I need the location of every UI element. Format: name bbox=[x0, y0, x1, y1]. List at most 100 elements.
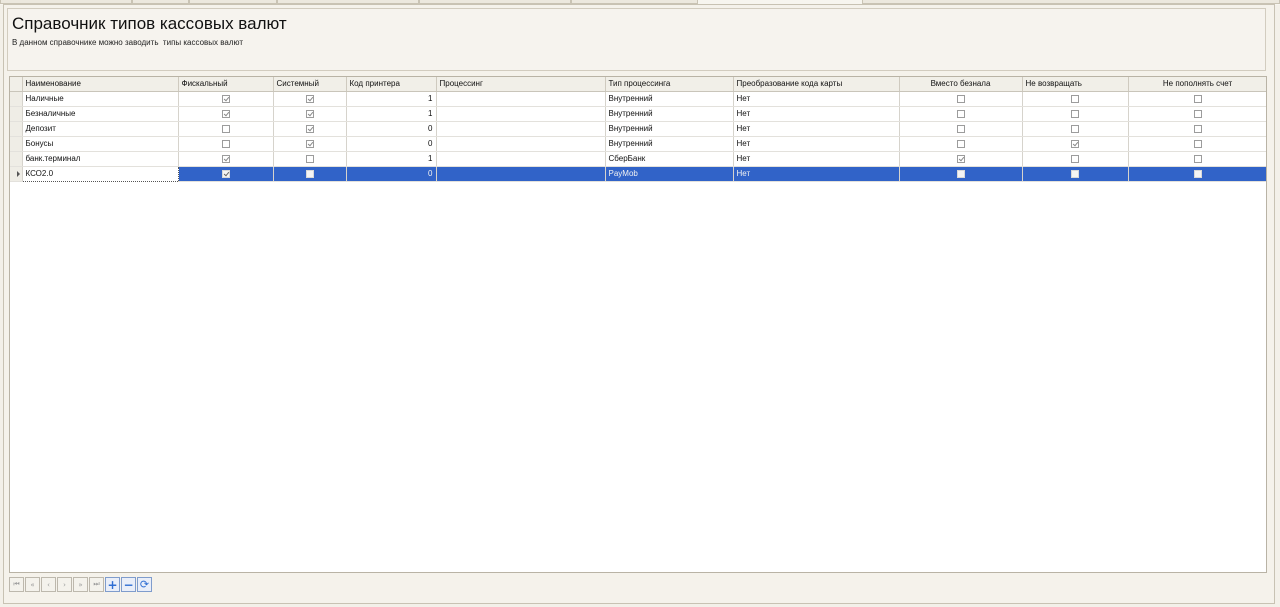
checkbox-unchecked-icon[interactable] bbox=[1071, 94, 1079, 103]
cell-processing-type[interactable]: Внутренний bbox=[605, 136, 734, 152]
cell-name[interactable]: Наличные bbox=[22, 91, 179, 107]
checkbox-checked-icon[interactable] bbox=[221, 94, 230, 103]
cell-system[interactable] bbox=[273, 136, 347, 152]
checkbox-unchecked-icon[interactable] bbox=[956, 139, 965, 148]
cell-no-return[interactable] bbox=[1022, 136, 1129, 152]
checkbox-unchecked-icon[interactable] bbox=[1071, 109, 1079, 118]
last-record-button[interactable]: ⏭ bbox=[89, 577, 104, 592]
checkbox-unchecked-icon[interactable] bbox=[1193, 139, 1202, 148]
checkbox-checked-icon[interactable] bbox=[305, 109, 314, 118]
checkbox-unchecked-icon[interactable] bbox=[956, 124, 965, 133]
checkbox-checked-icon[interactable] bbox=[956, 154, 965, 163]
table-row[interactable]: Депозит 0 Внутренний Нет bbox=[10, 121, 1266, 137]
cell-processing-type[interactable]: СберБанк bbox=[605, 151, 734, 167]
column-header-instead-cashless[interactable]: Вместо безнала bbox=[899, 77, 1023, 92]
cell-system[interactable] bbox=[273, 151, 347, 167]
cell-processing-type[interactable]: Внутренний bbox=[605, 91, 734, 107]
column-header-card-conversion[interactable]: Преобразование кода карты bbox=[733, 77, 900, 92]
column-header-fiscal[interactable]: Фискальный bbox=[178, 77, 274, 92]
cell-processing[interactable] bbox=[436, 166, 606, 182]
column-header-system[interactable]: Системный bbox=[273, 77, 347, 92]
cell-fiscal[interactable] bbox=[178, 91, 274, 107]
cell-instead-cashless[interactable] bbox=[899, 136, 1023, 152]
checkbox-checked-icon[interactable] bbox=[221, 154, 230, 163]
next-page-button[interactable]: » bbox=[73, 577, 88, 592]
cell-card-conversion[interactable]: Нет bbox=[733, 151, 900, 167]
cell-name[interactable]: банк.терминал bbox=[22, 151, 179, 167]
cell-no-return[interactable] bbox=[1022, 91, 1129, 107]
cell-instead-cashless[interactable] bbox=[899, 151, 1023, 167]
delete-record-button[interactable]: − bbox=[121, 577, 136, 592]
cell-card-conversion[interactable]: Нет bbox=[733, 121, 900, 137]
cell-instead-cashless[interactable] bbox=[899, 91, 1023, 107]
first-record-button[interactable]: ⏮ bbox=[9, 577, 24, 592]
cell-name[interactable]: Безналичные bbox=[22, 106, 179, 122]
cell-no-return[interactable] bbox=[1022, 166, 1129, 182]
cell-fiscal[interactable] bbox=[178, 151, 274, 167]
cell-printer-code[interactable]: 0 bbox=[346, 166, 437, 182]
row-indicator[interactable] bbox=[10, 106, 23, 122]
cell-printer-code[interactable]: 1 bbox=[346, 91, 437, 107]
checkbox-unchecked-icon[interactable] bbox=[1193, 169, 1202, 178]
cell-no-return[interactable] bbox=[1022, 151, 1129, 167]
cell-processing[interactable] bbox=[436, 91, 606, 107]
row-indicator[interactable] bbox=[10, 151, 23, 167]
checkbox-unchecked-icon[interactable] bbox=[1193, 124, 1202, 133]
column-header-no-return[interactable]: Не возвращать bbox=[1022, 77, 1129, 92]
cell-processing[interactable] bbox=[436, 106, 606, 122]
cell-processing-type[interactable]: Внутренний bbox=[605, 121, 734, 137]
cell-no-topup[interactable] bbox=[1128, 106, 1266, 122]
checkbox-unchecked-icon[interactable] bbox=[1071, 154, 1079, 163]
checkbox-unchecked-icon[interactable] bbox=[1193, 94, 1202, 103]
cell-processing-type[interactable]: PayMob bbox=[605, 166, 734, 182]
cell-printer-code[interactable]: 1 bbox=[346, 151, 437, 167]
table-row[interactable]: Бонусы 0 Внутренний Нет bbox=[10, 136, 1266, 152]
cell-instead-cashless[interactable] bbox=[899, 121, 1023, 137]
cell-fiscal[interactable] bbox=[178, 106, 274, 122]
checkbox-unchecked-icon[interactable] bbox=[305, 154, 314, 163]
table-row[interactable]: Безналичные 1 Внутренний Нет bbox=[10, 106, 1266, 122]
cell-no-topup[interactable] bbox=[1128, 166, 1266, 182]
cell-fiscal[interactable] bbox=[178, 121, 274, 137]
cell-card-conversion[interactable]: Нет bbox=[733, 106, 900, 122]
checkbox-checked-icon[interactable] bbox=[1071, 139, 1079, 148]
next-record-button[interactable]: › bbox=[57, 577, 72, 592]
insert-record-button[interactable]: + bbox=[105, 577, 120, 592]
table-row[interactable]: Наличные 1 Внутренний Нет bbox=[10, 91, 1266, 107]
column-header-no-topup[interactable]: Не пополнять счет bbox=[1128, 77, 1266, 92]
cell-system[interactable] bbox=[273, 91, 347, 107]
checkbox-checked-icon[interactable] bbox=[305, 94, 314, 103]
cell-name[interactable]: Бонусы bbox=[22, 136, 179, 152]
cell-card-conversion[interactable]: Нет bbox=[733, 166, 900, 182]
checkbox-checked-icon[interactable] bbox=[305, 139, 314, 148]
cell-fiscal[interactable] bbox=[178, 166, 274, 182]
cell-no-return[interactable] bbox=[1022, 121, 1129, 137]
cell-no-topup[interactable] bbox=[1128, 136, 1266, 152]
cell-system[interactable] bbox=[273, 166, 347, 182]
checkbox-unchecked-icon[interactable] bbox=[1193, 154, 1202, 163]
checkbox-checked-icon[interactable] bbox=[305, 124, 314, 133]
checkbox-checked-icon[interactable] bbox=[221, 109, 230, 118]
cell-fiscal[interactable] bbox=[178, 136, 274, 152]
checkbox-unchecked-icon[interactable] bbox=[1193, 109, 1202, 118]
cell-processing-type[interactable]: Внутренний bbox=[605, 106, 734, 122]
checkbox-unchecked-icon[interactable] bbox=[956, 169, 965, 178]
cell-system[interactable] bbox=[273, 121, 347, 137]
checkbox-unchecked-icon[interactable] bbox=[956, 94, 965, 103]
cell-instead-cashless[interactable] bbox=[899, 106, 1023, 122]
checkbox-unchecked-icon[interactable] bbox=[956, 109, 965, 118]
cell-processing[interactable] bbox=[436, 151, 606, 167]
column-header-printer-code[interactable]: Код принтера bbox=[346, 77, 437, 92]
row-indicator[interactable] bbox=[10, 121, 23, 137]
currency-types-grid[interactable]: Наименование Фискальный Системный Код пр… bbox=[9, 76, 1267, 573]
cell-printer-code[interactable]: 1 bbox=[346, 106, 437, 122]
prior-record-button[interactable]: ‹ bbox=[41, 577, 56, 592]
cell-printer-code[interactable]: 0 bbox=[346, 121, 437, 137]
cell-card-conversion[interactable]: Нет bbox=[733, 136, 900, 152]
table-row[interactable]: КСО2.0 0 PayMob Нет bbox=[10, 165, 1266, 182]
cell-no-topup[interactable] bbox=[1128, 151, 1266, 167]
cell-printer-code[interactable]: 0 bbox=[346, 136, 437, 152]
checkbox-unchecked-icon[interactable] bbox=[1071, 124, 1079, 133]
cell-no-return[interactable] bbox=[1022, 106, 1129, 122]
cell-instead-cashless[interactable] bbox=[899, 166, 1023, 182]
